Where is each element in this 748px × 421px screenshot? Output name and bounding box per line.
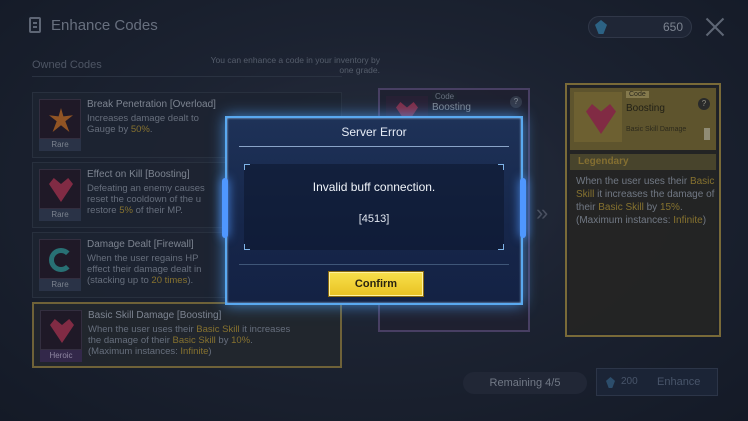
dialog-title: Server Error	[341, 125, 407, 139]
error-code: [4513]	[358, 213, 390, 225]
error-dialog: Server Error Invalid buff connection. [4…	[222, 116, 526, 305]
error-message: Invalid buff connection.	[312, 180, 436, 194]
dialog-message-box: Invalid buff connection. [4513]	[244, 164, 504, 250]
divider	[239, 146, 509, 147]
confirm-button[interactable]: Confirm	[329, 272, 423, 296]
divider	[239, 264, 509, 265]
